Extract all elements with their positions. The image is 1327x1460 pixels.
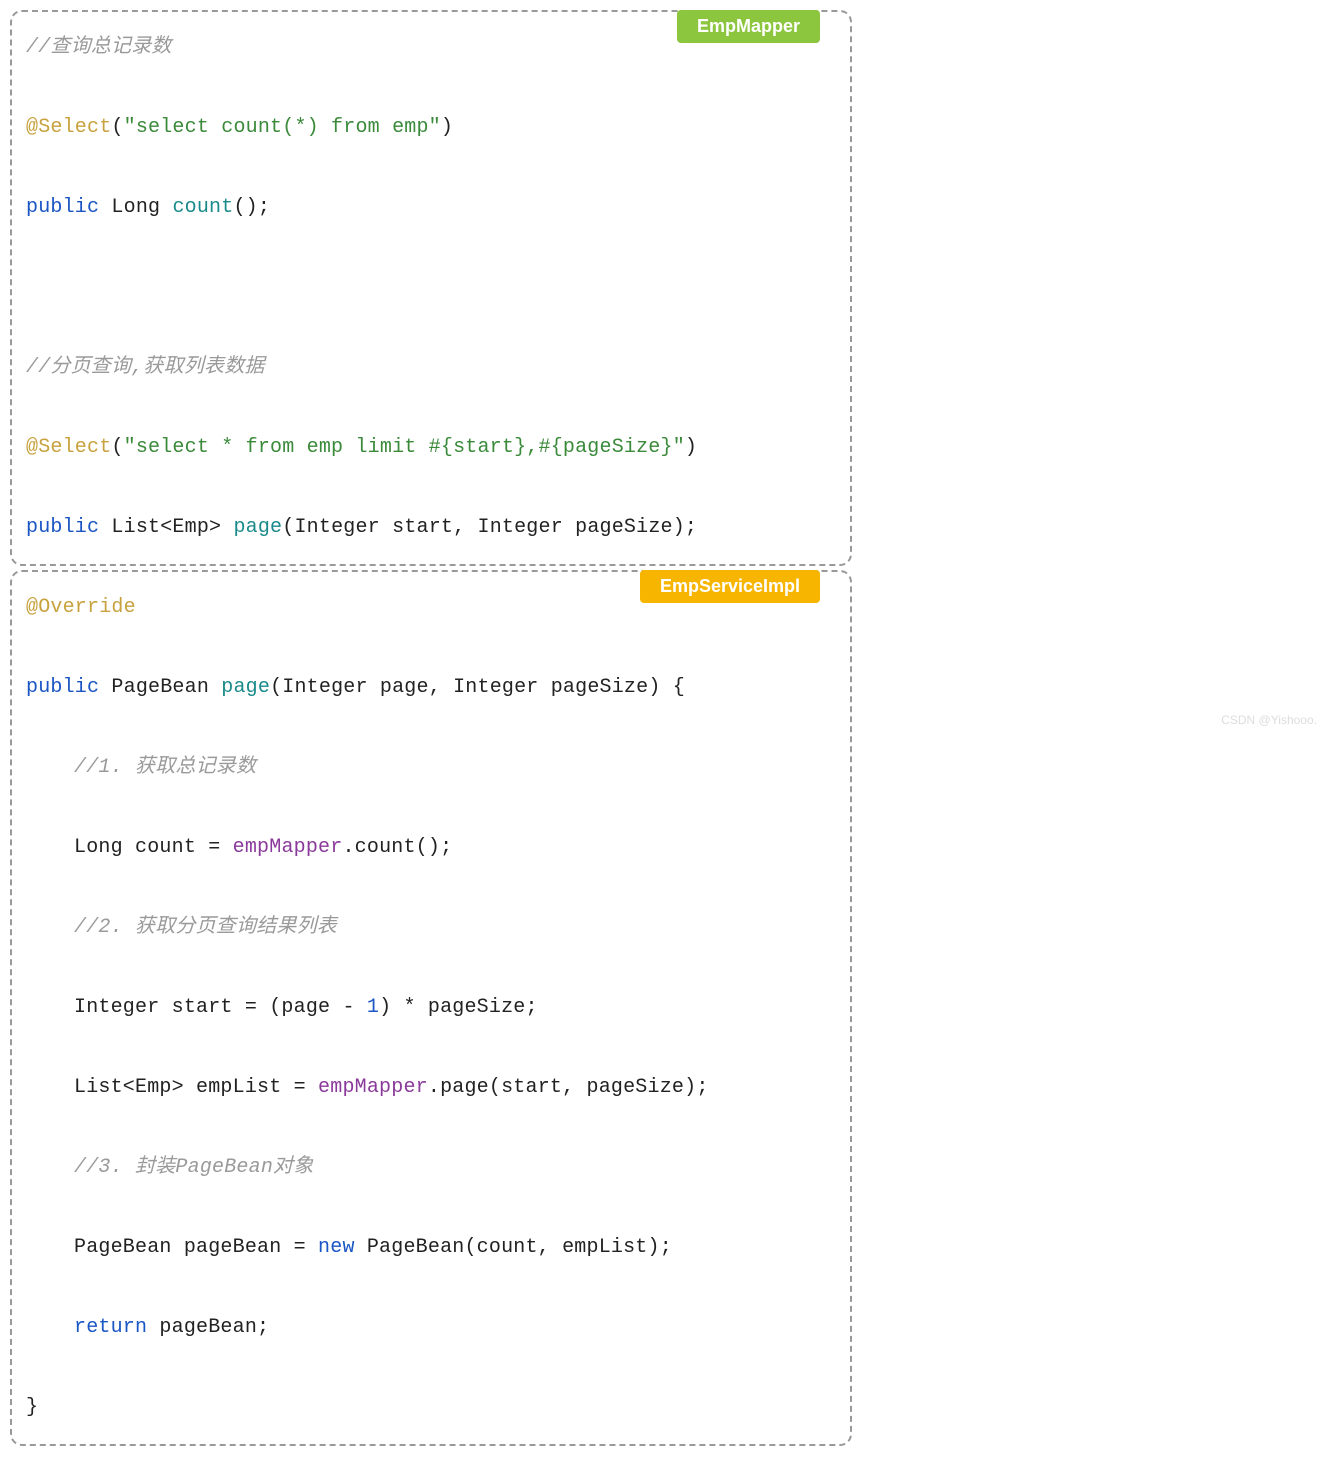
number: 1 — [367, 996, 379, 1019]
comment: //1. 获取总记录数 — [74, 756, 256, 779]
type: Long — [99, 196, 172, 219]
annotation: @Select — [26, 436, 111, 459]
rest: (Integer start, Integer pageSize); — [282, 516, 697, 539]
punct: ( — [111, 116, 123, 139]
code: List<Emp> empList = — [74, 1076, 318, 1099]
code: Long count = — [74, 836, 233, 859]
tag-empmapper: EmpMapper — [677, 10, 820, 43]
keyword: new — [318, 1236, 355, 1259]
field: empMapper — [318, 1076, 428, 1099]
type: List<Emp> — [99, 516, 233, 539]
code-empmapper: //查询总记录数 @Select("select count(*) from e… — [26, 28, 836, 548]
keyword: public — [26, 516, 99, 539]
keyword: return — [74, 1316, 147, 1339]
comment: //查询总记录数 — [26, 36, 172, 59]
comment: //2. 获取分页查询结果列表 — [74, 916, 337, 939]
tag-empserviceimpl: EmpServiceImpl — [640, 570, 820, 603]
code: .count(); — [342, 836, 452, 859]
field: empMapper — [233, 836, 343, 859]
code-empserviceimpl: @Override public PageBean page(Integer p… — [26, 588, 836, 1428]
code: PageBean pageBean = — [74, 1236, 318, 1259]
code: PageBean(count, empList); — [355, 1236, 672, 1259]
code-block-empserviceimpl: EmpServiceImpl @Override public PageBean… — [10, 570, 852, 1446]
code: .page(start, pageSize); — [428, 1076, 709, 1099]
rest: (); — [233, 196, 270, 219]
annotation: @Override — [26, 596, 136, 619]
rest: (Integer page, Integer pageSize) { — [270, 676, 685, 699]
punct: ) — [685, 436, 697, 459]
type: PageBean — [99, 676, 221, 699]
keyword: public — [26, 196, 99, 219]
string-literal: "select * from emp limit #{start},#{page… — [124, 436, 685, 459]
method-name: count — [172, 196, 233, 219]
method-name: page — [221, 676, 270, 699]
code-block-empmapper: EmpMapper //查询总记录数 @Select("select count… — [10, 10, 852, 566]
comment: //3. 封装PageBean对象 — [74, 1156, 313, 1179]
comment: //分页查询,获取列表数据 — [26, 356, 265, 379]
punct: ) — [441, 116, 453, 139]
string-literal: "select count(*) from emp" — [124, 116, 441, 139]
keyword: public — [26, 676, 99, 699]
code: pageBean; — [147, 1316, 269, 1339]
code: ) * pageSize; — [379, 996, 538, 1019]
method-name: page — [233, 516, 282, 539]
annotation: @Select — [26, 116, 111, 139]
watermark: CSDN @Yishooo. — [1221, 713, 1317, 727]
code: Integer start = (page - — [74, 996, 367, 1019]
punct: ( — [111, 436, 123, 459]
brace: } — [26, 1396, 38, 1419]
